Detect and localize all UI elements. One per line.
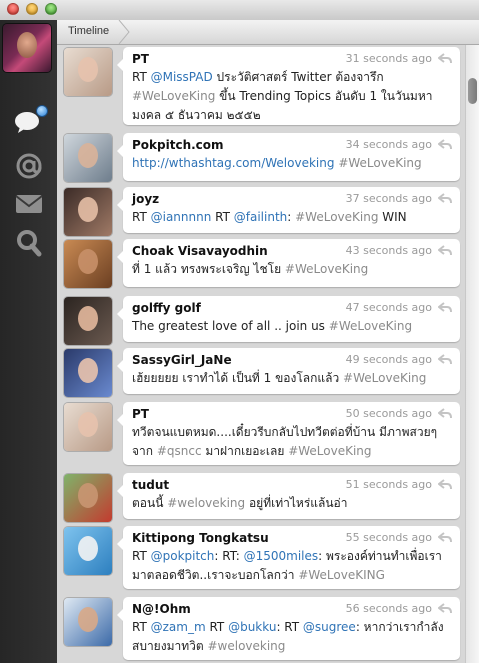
mention-link[interactable]: @zam_m — [151, 620, 206, 634]
tweet-text-segment: : RT: — [214, 549, 244, 563]
timeline-nav-button[interactable] — [0, 104, 57, 140]
user-avatar[interactable] — [64, 598, 112, 646]
tweet-text-segment: RT — [211, 210, 234, 224]
zoom-window-button[interactable] — [45, 3, 57, 15]
timeline-header: Timeline — [57, 20, 479, 45]
tweet-text-segment: RT — [132, 210, 151, 224]
reply-arrow-icon[interactable] — [438, 479, 452, 490]
user-avatar[interactable] — [64, 474, 112, 522]
unread-badge-icon — [35, 105, 48, 117]
user-avatar[interactable] — [64, 349, 112, 397]
tweet-text: ตอนนี้ #weloveking อยู่ที่เท่าไหร่แล้นอ่… — [132, 494, 452, 513]
url-link[interactable]: http://wthashtag.com/Weloveking — [132, 156, 334, 170]
timeline-list[interactable]: PT 31 seconds ago RT @MissPAD ประวัติศาส… — [57, 45, 465, 663]
tweet-text: ที่ 1 แล้ว ทรงพระเจริญ ไชโย #WeLoveKing — [132, 260, 452, 279]
hashtag-link[interactable]: #qsncc — [157, 444, 202, 458]
mention-link[interactable]: @failinth — [234, 210, 288, 224]
breadcrumb-separator-icon — [118, 20, 130, 44]
tweet-timestamp: 37 seconds ago — [345, 192, 432, 205]
tweet-text-segment: WIN — [378, 210, 407, 224]
user-avatar[interactable] — [64, 240, 112, 288]
tweet-text-segment: ตอนนี้ — [132, 496, 168, 510]
search-nav-button[interactable] — [0, 225, 57, 261]
tweet-text: http://wthashtag.com/Weloveking #WeLoveK… — [132, 154, 452, 173]
tweet-text-segment: ประวัติศาสตร์ Twitter ต้องจารึก — [212, 70, 384, 84]
timeline-scrollbar[interactable] — [465, 45, 479, 663]
hashtag-link[interactable]: #weloveking — [167, 496, 245, 510]
tweet-timestamp: 49 seconds ago — [345, 353, 432, 366]
hashtag-link[interactable]: #WeLoveKING — [298, 568, 385, 582]
hashtag-link[interactable]: #WeLoveKing — [132, 89, 215, 103]
tweet-text: ทวีตจนแบตหมด....เดี๋ยวรีบกลับไปทวีตต่อที… — [132, 423, 452, 461]
tweet-text-segment: RT — [132, 620, 151, 634]
window-titlebar — [0, 0, 479, 21]
tweet-text-segment: มาฝากเยอะเลย — [201, 444, 289, 458]
mention-link[interactable]: @bukku — [228, 620, 276, 634]
hashtag-link[interactable]: #WeLoveKing — [295, 210, 378, 224]
tweet-timestamp: 31 seconds ago — [345, 52, 432, 65]
envelope-icon — [14, 194, 43, 214]
tweet-text: RT @zam_m RT @bukku: RT @sugree: หากว่าเ… — [132, 618, 452, 656]
tweet-timestamp: 51 seconds ago — [345, 478, 432, 491]
hashtag-link[interactable]: #WeLoveKing — [343, 371, 426, 385]
tweet-timestamp: 50 seconds ago — [345, 407, 432, 420]
scrollbar-thumb[interactable] — [468, 78, 477, 104]
reply-arrow-icon[interactable] — [438, 408, 452, 419]
tweet-text-segment: : — [287, 210, 296, 224]
user-avatar[interactable] — [64, 188, 112, 236]
hashtag-link[interactable]: #WeLoveKing — [285, 262, 368, 276]
tweet-text-segment: The greatest love of all .. join us — [132, 319, 329, 333]
tweet-text-segment: อยู่ที่เท่าไหร่แล้นอ่า — [245, 496, 348, 510]
reply-arrow-icon[interactable] — [438, 193, 452, 204]
mention-link[interactable]: @sugree — [303, 620, 356, 634]
hashtag-link[interactable]: #WeLoveKing — [329, 319, 412, 333]
account-avatar[interactable] — [3, 24, 51, 72]
hashtag-link[interactable]: #weloveking — [207, 639, 285, 653]
minimize-window-button[interactable] — [26, 3, 38, 15]
tweet-timestamp: 47 seconds ago — [345, 301, 432, 314]
tweet-text-segment: RT — [132, 549, 151, 563]
reply-arrow-icon[interactable] — [438, 532, 452, 543]
tweet-text-segment: ที่ 1 แล้ว ทรงพระเจริญ ไชโย — [132, 262, 285, 276]
reply-arrow-icon[interactable] — [438, 53, 452, 64]
close-window-button[interactable] — [7, 3, 19, 15]
user-avatar[interactable] — [64, 134, 112, 182]
mention-link[interactable]: @iannnnn — [151, 210, 212, 224]
mention-link[interactable]: @MissPAD — [151, 70, 213, 84]
tweet-text: RT @pokpitch: RT: @1500miles: พระองค์ท่า… — [132, 547, 452, 585]
sidebar — [0, 20, 57, 663]
mentions-nav-button[interactable] — [0, 148, 57, 184]
tweet-text: RT @MissPAD ประวัติศาสตร์ Twitter ต้องจา… — [132, 68, 452, 125]
tweet-text-segment: RT — [205, 620, 229, 634]
reply-arrow-icon[interactable] — [438, 354, 452, 365]
tweet-text: The greatest love of all .. join us #WeL… — [132, 317, 452, 336]
user-avatar[interactable] — [64, 297, 112, 345]
reply-arrow-icon[interactable] — [438, 139, 452, 150]
reply-arrow-icon[interactable] — [438, 603, 452, 614]
mention-link[interactable]: @pokpitch — [151, 549, 215, 563]
tweet-timestamp: 55 seconds ago — [345, 531, 432, 544]
reply-arrow-icon[interactable] — [438, 302, 452, 313]
reply-arrow-icon[interactable] — [438, 245, 452, 256]
user-avatar[interactable] — [64, 403, 112, 451]
hashtag-link[interactable]: #WeLoveKing — [288, 444, 371, 458]
tweet-text-segment: RT — [132, 70, 151, 84]
magnifier-icon — [16, 229, 42, 257]
messages-nav-button[interactable] — [0, 186, 57, 222]
tweet-text: RT @iannnnn RT @failinth: #WeLoveKing WI… — [132, 208, 452, 227]
page-title: Timeline — [68, 25, 110, 37]
hashtag-link[interactable]: #WeLoveKing — [338, 156, 421, 170]
speech-bubble-icon — [14, 105, 48, 135]
tweet-timestamp: 34 seconds ago — [345, 138, 432, 151]
mention-link[interactable]: @1500miles — [244, 549, 319, 563]
tweet-text-segment: เฮ้ยยยยย เราทำได้ เป็นที่ 1 ของโลกแล้ว — [132, 371, 344, 385]
tweet-text-segment: : RT — [276, 620, 303, 634]
at-sign-icon — [15, 152, 43, 180]
tweet-timestamp: 43 seconds ago — [345, 244, 432, 257]
user-avatar[interactable] — [64, 48, 112, 96]
tweet-timestamp: 56 seconds ago — [345, 602, 432, 615]
user-avatar[interactable] — [64, 527, 112, 575]
tweet-text: เฮ้ยยยยย เราทำได้ เป็นที่ 1 ของโลกแล้ว #… — [132, 369, 452, 388]
